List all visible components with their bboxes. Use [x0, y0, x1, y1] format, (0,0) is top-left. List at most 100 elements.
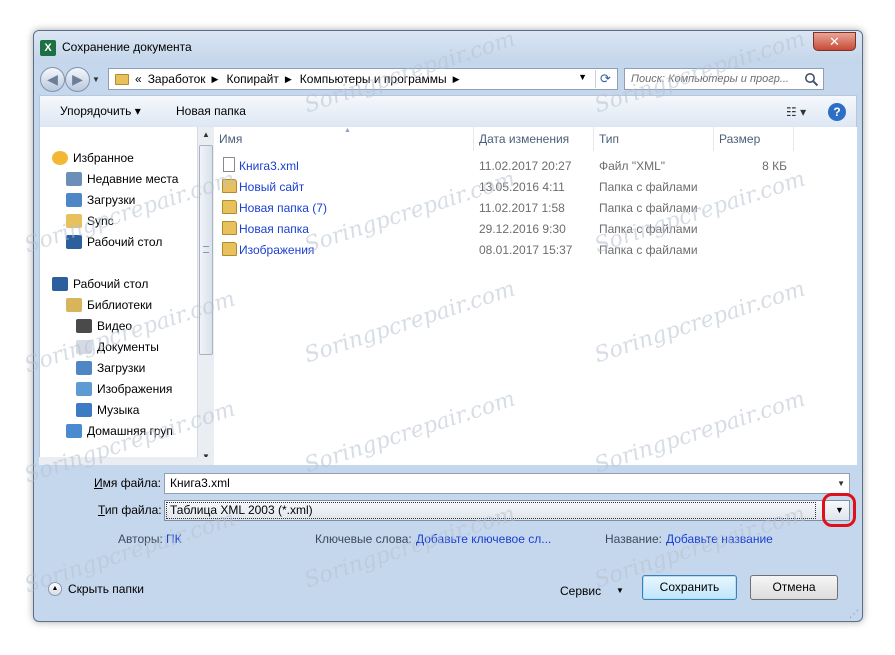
music-icon: [76, 403, 92, 417]
filetype-label: Тип файла:: [98, 503, 162, 517]
file-date: 11.02.2017 20:27: [479, 159, 572, 173]
sidebar-item-label: Видео: [97, 319, 133, 333]
downloads-icon: [76, 361, 92, 375]
address-dropdown-icon[interactable]: ▼: [578, 72, 587, 82]
xml-file-icon: [223, 157, 235, 172]
file-name: Новая папка (7): [239, 201, 327, 215]
column-header-size[interactable]: Размер: [714, 127, 794, 151]
sidebar-item[interactable]: Sync: [66, 211, 114, 231]
filename-field[interactable]: Книга3.xml ▼: [164, 473, 850, 494]
scroll-up-arrow-icon[interactable]: ▲: [198, 127, 214, 143]
save-dialog: X Сохранение документа ✕ ◀ ▶ ▼ « Заработ…: [33, 30, 863, 622]
keywords-label: Ключевые слова:: [315, 532, 412, 546]
navigation-pane-scrollbar[interactable]: ▲ ▼: [197, 127, 214, 465]
file-row[interactable]: Новый сайт 13.05.2016 4:11 Папка с файлами: [214, 176, 857, 197]
forward-button[interactable]: ▶: [65, 67, 90, 92]
file-type: Файл "XML": [599, 159, 666, 173]
file-list: Имя ▲ Дата изменения Тип Размер Книга3.x…: [214, 127, 857, 465]
file-size: 8 КБ: [762, 159, 787, 173]
navigation-pane-horizontal-edge: [39, 457, 214, 465]
sidebar-item[interactable]: Рабочий стол: [52, 274, 148, 294]
back-button[interactable]: ◀: [40, 67, 65, 92]
folder-icon: [222, 221, 237, 235]
sidebar-item[interactable]: Рабочий стол: [66, 232, 162, 252]
navigation-pane: Microsoft ExcelИзбранноеНедавние местаЗа…: [39, 127, 197, 465]
excel-icon: X: [40, 40, 56, 56]
tools-dropdown-icon[interactable]: ▼: [616, 586, 624, 595]
filename-label-text: мя файла:: [102, 476, 161, 490]
sidebar-item[interactable]: Домашняя груп: [66, 421, 173, 441]
chevron-right-icon[interactable]: ▶: [212, 74, 219, 85]
breadcrumb-item[interactable]: Заработок: [148, 72, 206, 86]
organize-button[interactable]: Упорядочить ▾: [60, 104, 141, 118]
filename-value: Книга3.xml: [170, 476, 230, 490]
sidebar-item[interactable]: Загрузки: [66, 190, 135, 210]
column-header-date[interactable]: Дата изменения: [474, 127, 594, 151]
sidebar-item-label: Изображения: [97, 382, 173, 396]
file-row[interactable]: Новая папка 29.12.2016 9:30 Папка с файлам…: [214, 218, 857, 239]
sidebar-item[interactable]: Библиотеки: [66, 295, 152, 315]
video-icon: [76, 319, 92, 333]
filetype-focus-box: [166, 502, 816, 519]
sidebar-item-label: Документы: [97, 340, 159, 354]
sidebar-item[interactable]: Изображения: [76, 379, 172, 399]
recent-places-icon: [66, 172, 82, 186]
filename-dropdown-icon[interactable]: ▼: [837, 474, 845, 493]
sort-indicator-icon: ▲: [344, 127, 351, 134]
sidebar-item-label: Музыка: [97, 403, 140, 417]
sidebar-item-label: Загрузки: [97, 361, 146, 375]
resize-grip-icon[interactable]: ⋰: [849, 609, 859, 620]
help-icon[interactable]: ?: [828, 103, 846, 121]
command-bar: Упорядочить ▾ Новая папка ☷ ▾ ?: [39, 95, 857, 127]
close-button[interactable]: ✕: [813, 32, 856, 51]
file-date: 11.02.2017 1:58: [479, 201, 565, 215]
address-bar[interactable]: « Заработок ▶ Копирайт ▶ Компьютеры и пр…: [108, 68, 618, 90]
save-button[interactable]: Сохранить: [642, 575, 737, 600]
file-row[interactable]: Книга3.xml 11.02.2017 20:27 Файл "XML" 8 КБ: [214, 155, 857, 176]
chevron-right-icon[interactable]: ▶: [285, 74, 292, 85]
file-row[interactable]: Изображения 08.01.2017 15:37 Папка с файла…: [214, 239, 857, 260]
tools-button[interactable]: Сервис: [560, 584, 601, 598]
sidebar-item[interactable]: Загрузки: [76, 358, 145, 378]
new-folder-button[interactable]: Новая папка: [176, 104, 246, 118]
file-type: Папка с файлами: [599, 180, 698, 194]
file-type: Папка с файлами: [599, 201, 698, 215]
pictures-icon: [76, 382, 92, 396]
breadcrumb-item[interactable]: Копирайт: [226, 72, 278, 86]
sidebar-item-label: Рабочий стол: [73, 277, 149, 291]
hide-folders-button[interactable]: ▲ Скрыть папки: [48, 582, 144, 596]
sidebar-item-label: Загрузки: [87, 193, 136, 207]
search-input[interactable]: Поиск: Компьютеры и прогр...: [624, 68, 824, 90]
column-header-type[interactable]: Тип: [594, 127, 714, 151]
recent-locations-dropdown[interactable]: ▼: [92, 75, 100, 84]
desktop-icon: [66, 235, 82, 249]
sidebar-item[interactable]: Документы: [76, 337, 159, 357]
file-name: Изображения: [239, 243, 315, 257]
breadcrumb-overflow[interactable]: «: [135, 72, 142, 86]
filename-label-mnemonic: И: [94, 476, 103, 490]
chevron-right-icon[interactable]: ▶: [453, 74, 460, 85]
sidebar-item[interactable]: Избранное: [52, 148, 134, 168]
title-value[interactable]: Добавьте название: [666, 532, 773, 546]
refresh-icon[interactable]: ⟳: [595, 70, 615, 88]
file-name: Книга3.xml: [239, 159, 299, 173]
homegroup-icon: [66, 424, 82, 438]
file-date: 13.05.2016 4:11: [479, 180, 565, 194]
keywords-value[interactable]: Добавьте ключевое сл...: [416, 532, 551, 546]
title-label: Название:: [605, 532, 662, 546]
filetype-select[interactable]: Таблица XML 2003 (*.xml): [164, 500, 850, 521]
file-row[interactable]: Новая папка (7) 11.02.2017 1:58 Папка с фа…: [214, 197, 857, 218]
filetype-label-mnemonic: Т: [98, 503, 105, 517]
sidebar-item[interactable]: Видео: [76, 316, 132, 336]
sidebar-item[interactable]: Недавние места: [66, 169, 178, 189]
sidebar-item-label: Недавние места: [87, 172, 179, 186]
breadcrumb-item[interactable]: Компьютеры и программы: [300, 72, 447, 86]
cancel-button[interactable]: Отмена: [750, 575, 838, 600]
sidebar-item[interactable]: Музыка: [76, 400, 139, 420]
scroll-thumb[interactable]: [199, 145, 213, 355]
view-options-button[interactable]: ☷ ▾: [786, 105, 816, 119]
sidebar-item-label: Рабочий стол: [87, 235, 163, 249]
window-title: Сохранение документа: [62, 40, 192, 54]
authors-value[interactable]: ПК: [166, 532, 182, 546]
search-icon[interactable]: [804, 72, 819, 87]
